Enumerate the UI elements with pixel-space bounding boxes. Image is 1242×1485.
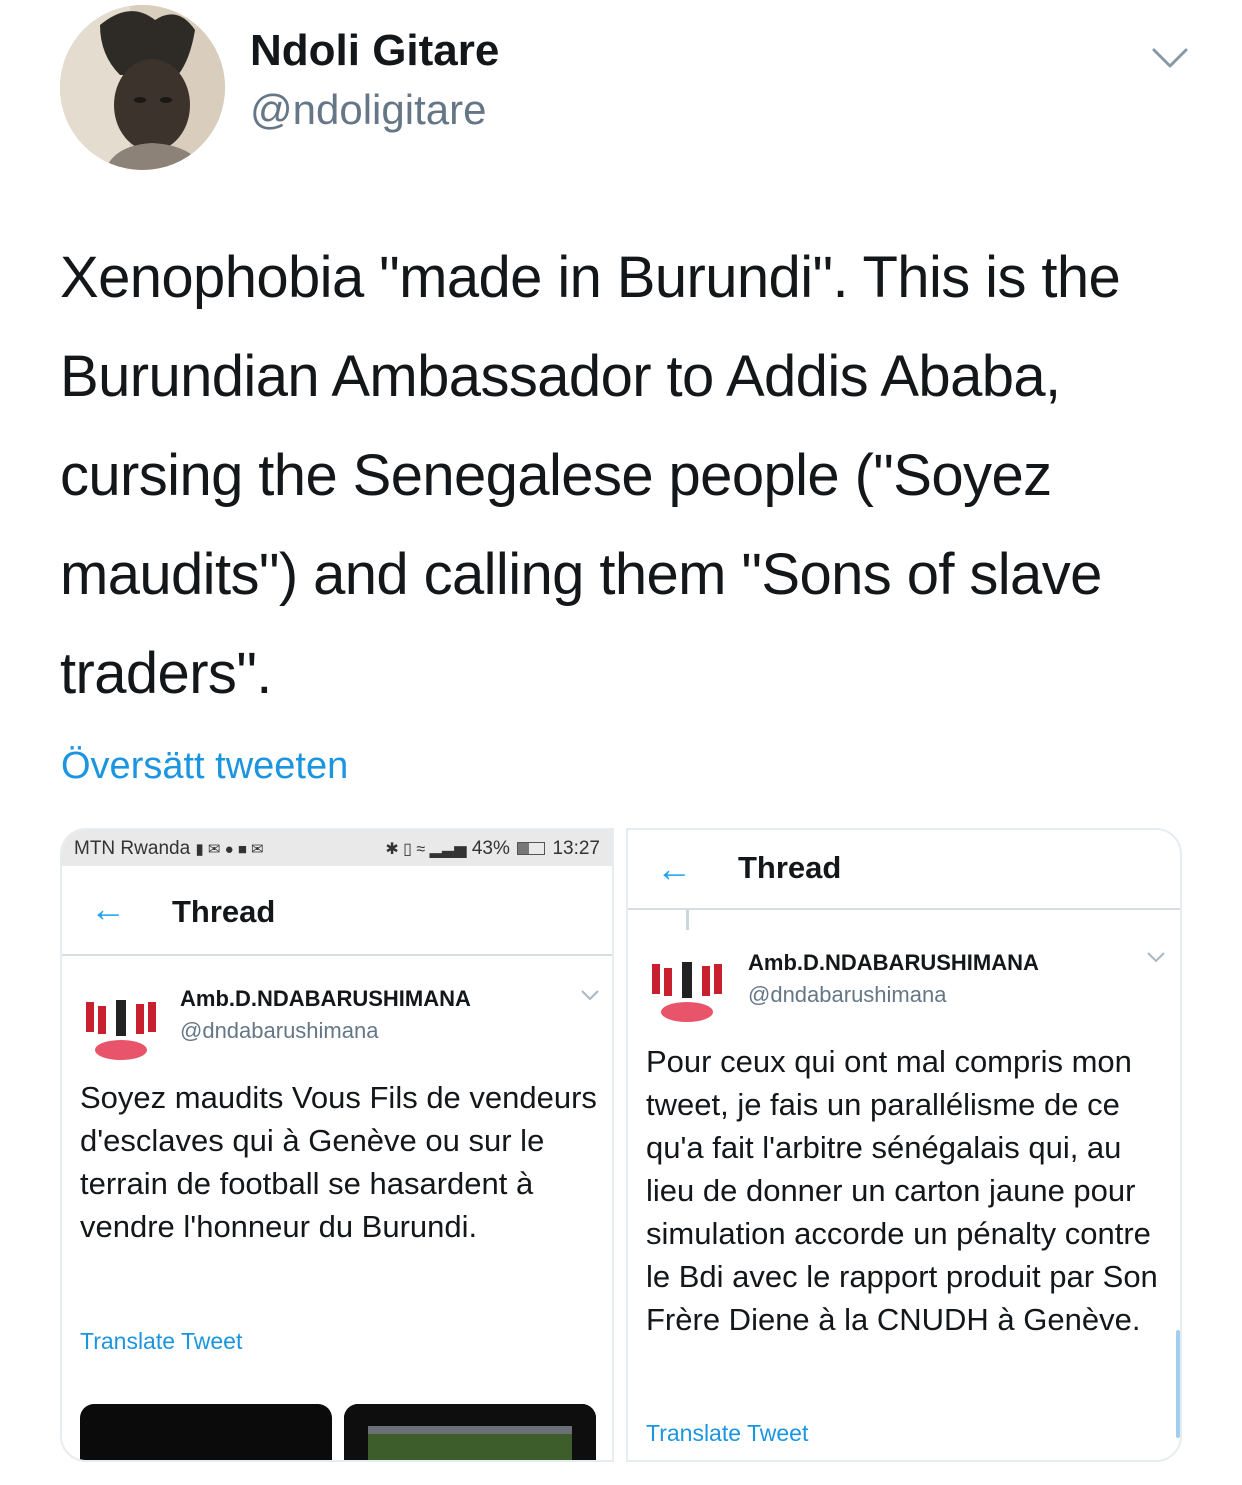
tweet-text: Xenophobia "made in Burundi". This is th… [60, 245, 1121, 706]
clock-time: 13:27 [552, 838, 600, 859]
battery-percent: 43% [471, 838, 510, 859]
media-image-right[interactable]: ← Thread Amb.D.NDABARUSHIMANA @dndabarus… [626, 828, 1182, 1462]
video-thumbnail-1[interactable] [80, 1404, 332, 1460]
chevron-down-icon[interactable] [1150, 42, 1190, 72]
thread-header: ← Thread [628, 830, 1180, 910]
avatar-portrait-image [60, 5, 225, 170]
video-thumbnail-2[interactable] [344, 1404, 596, 1460]
profile-avatar[interactable] [60, 5, 225, 170]
ambassador-avatar[interactable] [78, 982, 164, 1068]
notification-icons: ▮ ✉ ● ■ ✉ [195, 841, 264, 858]
translate-tweet-link[interactable]: Översätt tweeten [61, 745, 348, 788]
phone-status-bar: MTN Rwanda ▮ ✉ ● ■ ✉ ✱ ▯ ≈ ▂▃▅ 43% 13:27 [62, 830, 612, 866]
chevron-down-icon[interactable] [1146, 950, 1166, 964]
thread-connector-line [686, 910, 689, 930]
ambassador-handle[interactable]: @dndabarushimana [748, 982, 946, 1008]
thread-title: Thread [172, 894, 276, 929]
arrow-left-icon[interactable]: ← [656, 848, 692, 890]
battery-icon [517, 842, 546, 856]
ambassador-avatar[interactable] [644, 944, 730, 1030]
chevron-down-icon[interactable] [580, 988, 600, 1002]
ambassador-name[interactable]: Amb.D.NDABARUSHIMANA [748, 950, 1039, 976]
scrollbar[interactable] [1176, 1330, 1180, 1438]
ambassador-avatar-image [78, 982, 164, 1068]
thread-header: ← Thread [62, 866, 612, 956]
carrier-label: MTN Rwanda [74, 838, 191, 859]
ambassador-avatar-image [644, 944, 730, 1030]
translate-tweet-link[interactable]: Translate Tweet [646, 1420, 808, 1447]
ambassador-tweet-text: Soyez maudits Vous Fils de vendeurs d'es… [80, 1080, 597, 1244]
media-image-left[interactable]: MTN Rwanda ▮ ✉ ● ■ ✉ ✱ ▯ ≈ ▂▃▅ 43% 13:27… [60, 828, 614, 1462]
football-field-image [344, 1404, 596, 1460]
ambassador-handle[interactable]: @dndabarushimana [180, 1018, 378, 1044]
arrow-left-icon[interactable]: ← [90, 888, 126, 930]
thread-title: Thread [738, 850, 842, 885]
ambassador-tweet-text: Pour ceux qui ont mal compris mon tweet,… [646, 1044, 1158, 1337]
author-display-name[interactable]: Ndoli Gitare [250, 26, 499, 76]
ambassador-name[interactable]: Amb.D.NDABARUSHIMANA [180, 986, 471, 1012]
signal-icons: ✱ ▯ ≈ ▂▃▅ [385, 841, 467, 858]
author-handle[interactable]: @ndoligitare [250, 86, 486, 134]
translate-tweet-link[interactable]: Translate Tweet [80, 1328, 242, 1355]
